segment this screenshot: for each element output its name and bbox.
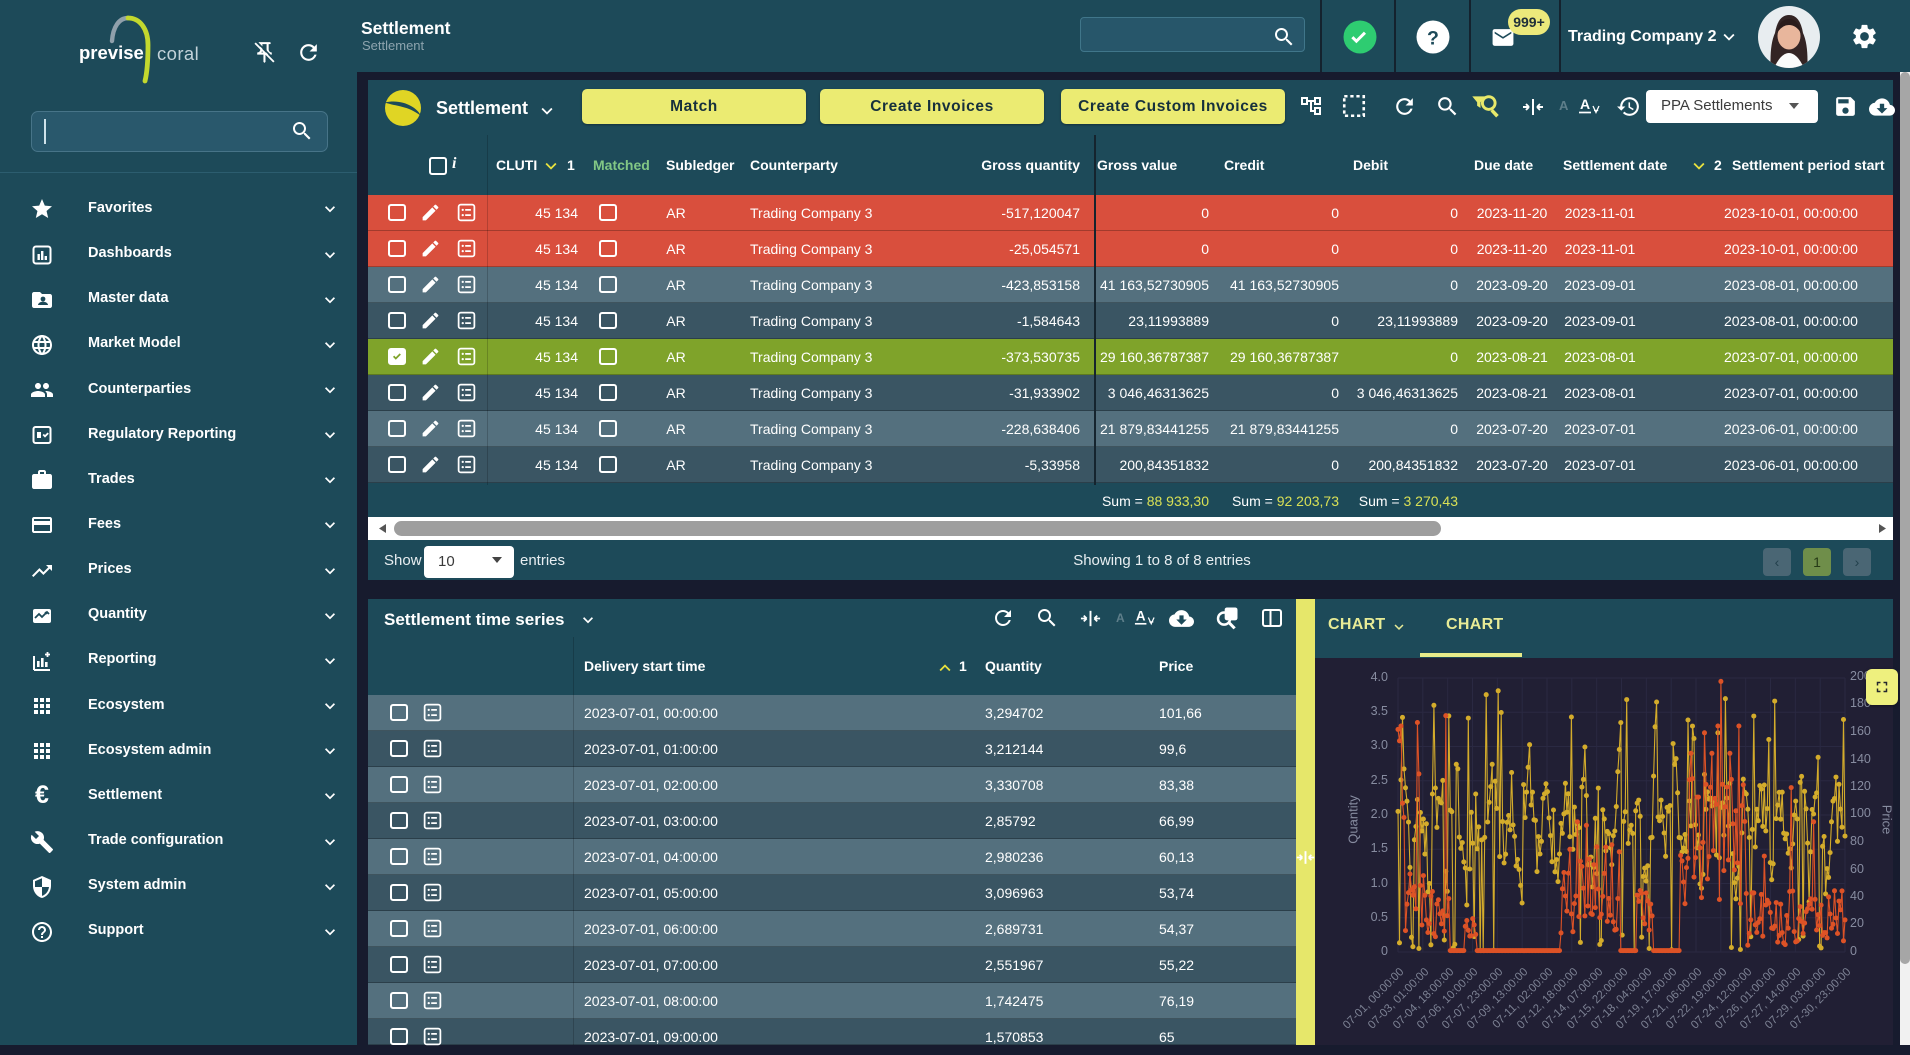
svg-text:€: € xyxy=(35,784,49,808)
svg-text:A: A xyxy=(1136,608,1146,623)
svg-text:A: A xyxy=(1580,96,1590,112)
svg-text:?: ? xyxy=(1427,28,1439,50)
